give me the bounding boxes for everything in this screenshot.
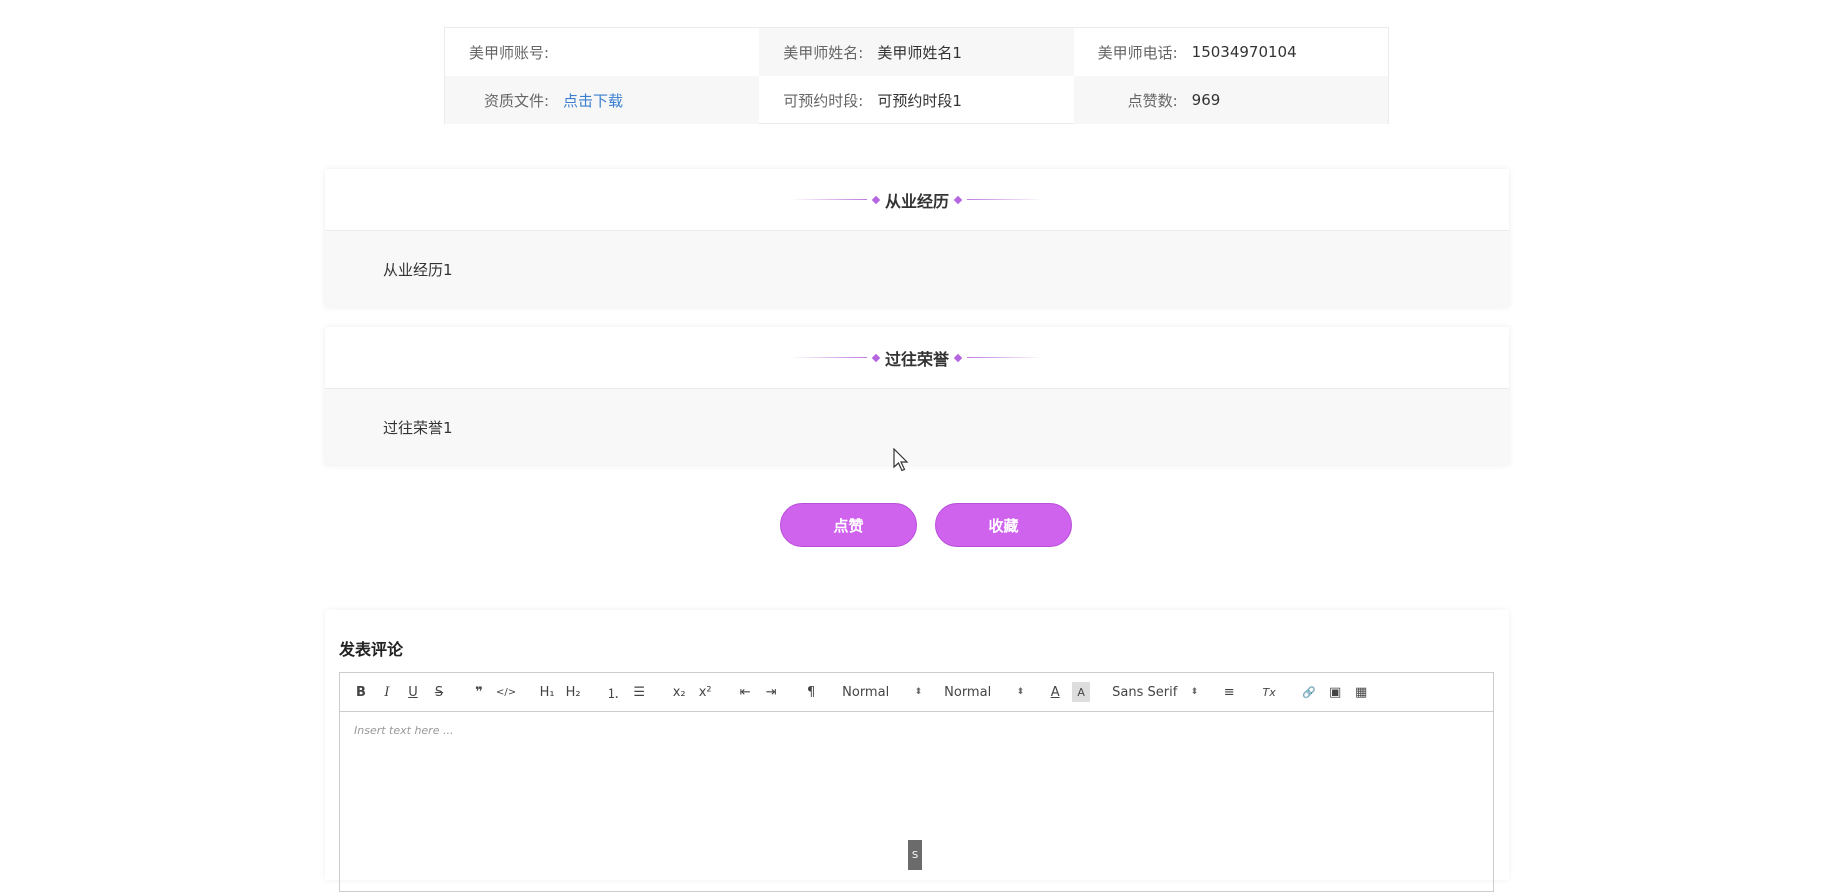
download-link[interactable]: 点击下载 xyxy=(549,90,623,111)
align-icon[interactable]: ≡ xyxy=(1220,682,1238,702)
experience-header: 从业经历 xyxy=(325,169,1509,231)
info-file-cell: 资质文件: 点击下载 xyxy=(445,76,760,124)
experience-title: 从业经历 xyxy=(884,191,949,211)
likes-value: 969 xyxy=(1191,91,1221,109)
info-likes-cell: 点赞数: 969 xyxy=(1073,76,1388,124)
experience-card: 从业经历 从业经历1 xyxy=(325,169,1509,307)
size-select[interactable]: Normal ⬍ xyxy=(842,682,922,702)
favorite-button[interactable]: 收藏 xyxy=(935,503,1072,547)
ordered-list-icon[interactable]: ⒈ xyxy=(604,682,622,702)
outdent-icon[interactable]: ⇤ xyxy=(736,682,754,702)
comment-input[interactable]: Insert text here ... xyxy=(340,712,1493,749)
subscript-icon[interactable]: x₂ xyxy=(670,682,688,702)
decor-line-right xyxy=(967,199,1043,200)
underline-icon[interactable]: U xyxy=(404,682,422,702)
bold-icon[interactable]: B xyxy=(352,682,370,702)
comment-title: 发表评论 xyxy=(339,640,404,659)
select-arrows-icon: ⬍ xyxy=(914,687,923,697)
info-row-1: 美甲师账号: 美甲师姓名: 美甲师姓名1 美甲师电话: 15034970104 xyxy=(445,28,1388,76)
strikethrough-icon[interactable]: S xyxy=(430,682,448,702)
diamond-icon xyxy=(871,195,881,204)
designer-info-table: 美甲师账号: 美甲师姓名: 美甲师姓名1 美甲师电话: 15034970104 … xyxy=(444,27,1389,124)
likes-label: 点赞数: xyxy=(1127,91,1178,110)
header-1-icon[interactable]: H₁ xyxy=(538,682,556,702)
like-button[interactable]: 点赞 xyxy=(780,503,917,547)
floating-badge[interactable]: S xyxy=(908,840,922,870)
link-icon[interactable]: 🔗 xyxy=(1300,682,1318,702)
phone-value: 15034970104 xyxy=(1191,43,1297,61)
honors-header: 过往荣誉 xyxy=(325,327,1509,389)
info-slot-cell: 可预约时段: 可预约时段1 xyxy=(759,76,1073,124)
italic-icon[interactable]: I xyxy=(378,682,396,702)
file-label: 资质文件: xyxy=(483,91,549,110)
indent-icon[interactable]: ⇥ xyxy=(762,682,780,702)
diamond-icon xyxy=(871,353,881,362)
decor-line-right xyxy=(967,357,1043,358)
background-color-icon[interactable]: A xyxy=(1072,682,1091,702)
info-phone-cell: 美甲师电话: 15034970104 xyxy=(1074,28,1388,76)
honors-title: 过往荣誉 xyxy=(884,349,949,369)
select-arrows-icon: ⬍ xyxy=(1190,687,1199,697)
select-arrows-icon: ⬍ xyxy=(1016,687,1025,697)
diamond-icon xyxy=(953,353,963,362)
honors-card: 过往荣誉 过往荣誉1 xyxy=(325,327,1509,465)
text-direction-icon[interactable]: ¶ xyxy=(802,682,820,702)
editor-toolbar: B I U S ❞ </> H₁ H₂ ⒈ ☰ x₂ x² ⇤ ⇥ ¶ Norm… xyxy=(340,673,1493,712)
info-row-2: 资质文件: 点击下载 可预约时段: 可预约时段1 点赞数: 969 xyxy=(445,76,1388,124)
diamond-icon xyxy=(953,195,963,204)
header-select[interactable]: Normal ⬍ xyxy=(944,682,1024,702)
account-label: 美甲师账号: xyxy=(468,43,549,62)
honors-content: 过往荣誉1 xyxy=(325,389,1509,465)
decor-line-left xyxy=(790,357,867,358)
phone-label: 美甲师电话: xyxy=(1097,43,1178,62)
decor-line-left xyxy=(790,199,867,200)
blockquote-icon[interactable]: ❞ xyxy=(470,682,488,702)
experience-content: 从业经历1 xyxy=(325,231,1509,307)
superscript-icon[interactable]: x² xyxy=(696,682,714,702)
name-value: 美甲师姓名1 xyxy=(877,43,962,62)
header-2-icon[interactable]: H₂ xyxy=(564,682,582,702)
font-color-icon[interactable]: A xyxy=(1046,682,1064,702)
name-label: 美甲师姓名: xyxy=(783,43,864,62)
font-select[interactable]: Sans Serif ⬍ xyxy=(1112,682,1198,702)
slot-value: 可预约时段1 xyxy=(877,91,962,110)
image-icon[interactable]: ▣ xyxy=(1326,682,1344,702)
clear-format-icon[interactable]: Tx xyxy=(1260,682,1278,702)
info-account-cell: 美甲师账号: xyxy=(445,28,759,76)
bullet-list-icon[interactable]: ☰ xyxy=(630,682,648,702)
info-name-cell: 美甲师姓名: 美甲师姓名1 xyxy=(759,28,1074,76)
mouse-cursor-icon xyxy=(893,448,909,472)
slot-label: 可预约时段: xyxy=(783,91,864,110)
video-icon[interactable]: ▦ xyxy=(1352,682,1370,702)
code-block-icon[interactable]: </> xyxy=(496,682,516,702)
